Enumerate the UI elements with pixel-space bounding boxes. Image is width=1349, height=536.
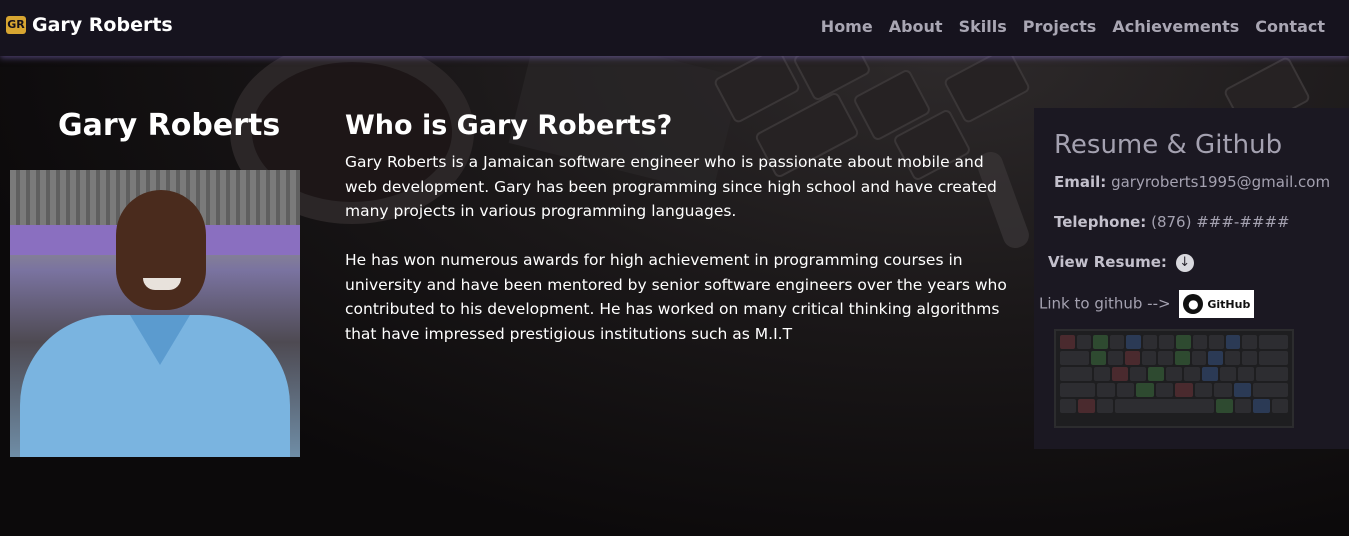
github-badge-text: GitHub [1207,297,1251,311]
nav-links: Home About Skills Projects Achievements … [821,17,1325,36]
github-icon: ● [1183,294,1204,314]
github-link-label: Link to github --> [1039,294,1171,313]
nav-link-about[interactable]: About [889,17,943,36]
logo-icon: GR [6,16,26,34]
brand-name[interactable]: Gary Roberts [32,14,173,36]
background-key [942,45,1032,125]
phone-label: Telephone: [1054,213,1147,231]
phone-row: Telephone: (876) ###-#### [1054,213,1290,231]
email-row: Email: garyroberts1995@gmail.com [1054,173,1330,191]
nav-link-skills[interactable]: Skills [959,17,1007,36]
resume-card-title: Resume & Github [1054,130,1283,160]
github-badge-link[interactable]: ● GitHub [1179,290,1255,318]
bio-paragraph: Gary Roberts is a Jamaican software engi… [345,153,997,220]
nav-link-achievements[interactable]: Achievements [1112,17,1239,36]
profile-photo [10,170,300,457]
email-label: Email: [1054,173,1107,191]
nav-link-home[interactable]: Home [821,17,873,36]
email-value[interactable]: garyroberts1995@gmail.com [1111,173,1330,191]
view-resume-row: View Resume: ↓ [1048,253,1194,272]
top-navbar: GR Gary Roberts Home About Skills Projec… [0,0,1349,56]
keyboard-image [1054,329,1294,428]
bio-title: Who is Gary Roberts? [345,110,673,141]
bio-paragraph: He has won numerous awards for high achi… [345,251,1007,343]
nav-link-contact[interactable]: Contact [1255,17,1325,36]
github-row: Link to github --> ● GitHub [1039,290,1255,318]
photo-smile [143,278,181,290]
resume-card: Resume & Github Email: garyroberts1995@g… [1034,108,1349,449]
photo-head [116,190,206,310]
profile-name: Gary Roberts [58,108,281,143]
view-resume-label: View Resume: [1048,253,1167,271]
phone-value: (876) ###-#### [1151,213,1290,231]
download-icon[interactable]: ↓ [1175,253,1194,272]
nav-link-projects[interactable]: Projects [1023,17,1097,36]
bio-text: Gary Roberts is a Jamaican software engi… [345,150,1010,371]
brand[interactable]: GR Gary Roberts [6,14,173,36]
